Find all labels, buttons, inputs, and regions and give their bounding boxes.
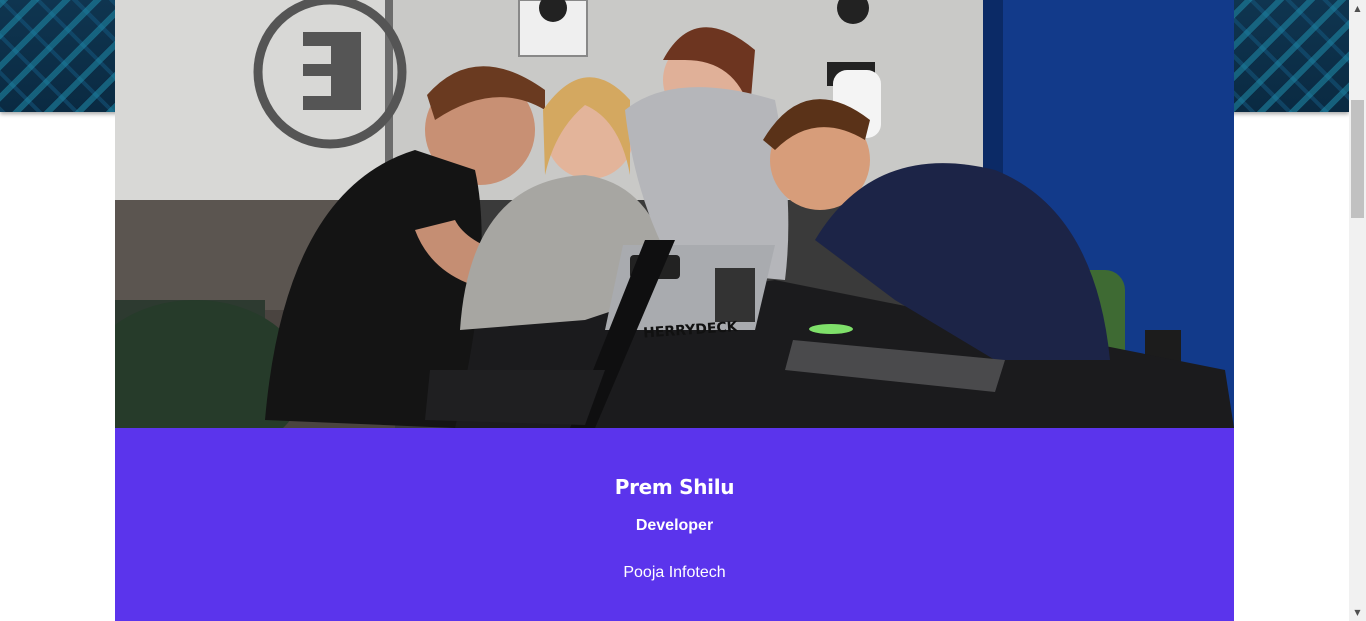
profile-company: Pooja Infotech (623, 564, 726, 581)
profile-card: HERRYDECK Prem Shilu Developer Pooja Inf… (115, 0, 1234, 621)
profile-info-panel: Prem Shilu Developer Pooja Infotech (115, 428, 1234, 621)
profile-name: Prem Shilu (614, 475, 735, 499)
profile-photo: HERRYDECK (115, 0, 1234, 428)
scroll-down-arrow-icon[interactable]: ▼ (1349, 604, 1366, 621)
page: HERRYDECK Prem Shilu Developer Pooja Inf… (0, 0, 1366, 621)
scroll-up-arrow-icon[interactable]: ▲ (1349, 0, 1366, 17)
scrollbar-thumb[interactable] (1351, 100, 1364, 218)
profile-photo-illustration: HERRYDECK (115, 0, 1234, 428)
profile-role: Developer (635, 517, 714, 534)
page-scrollbar[interactable]: ▲ ▼ (1349, 0, 1366, 621)
